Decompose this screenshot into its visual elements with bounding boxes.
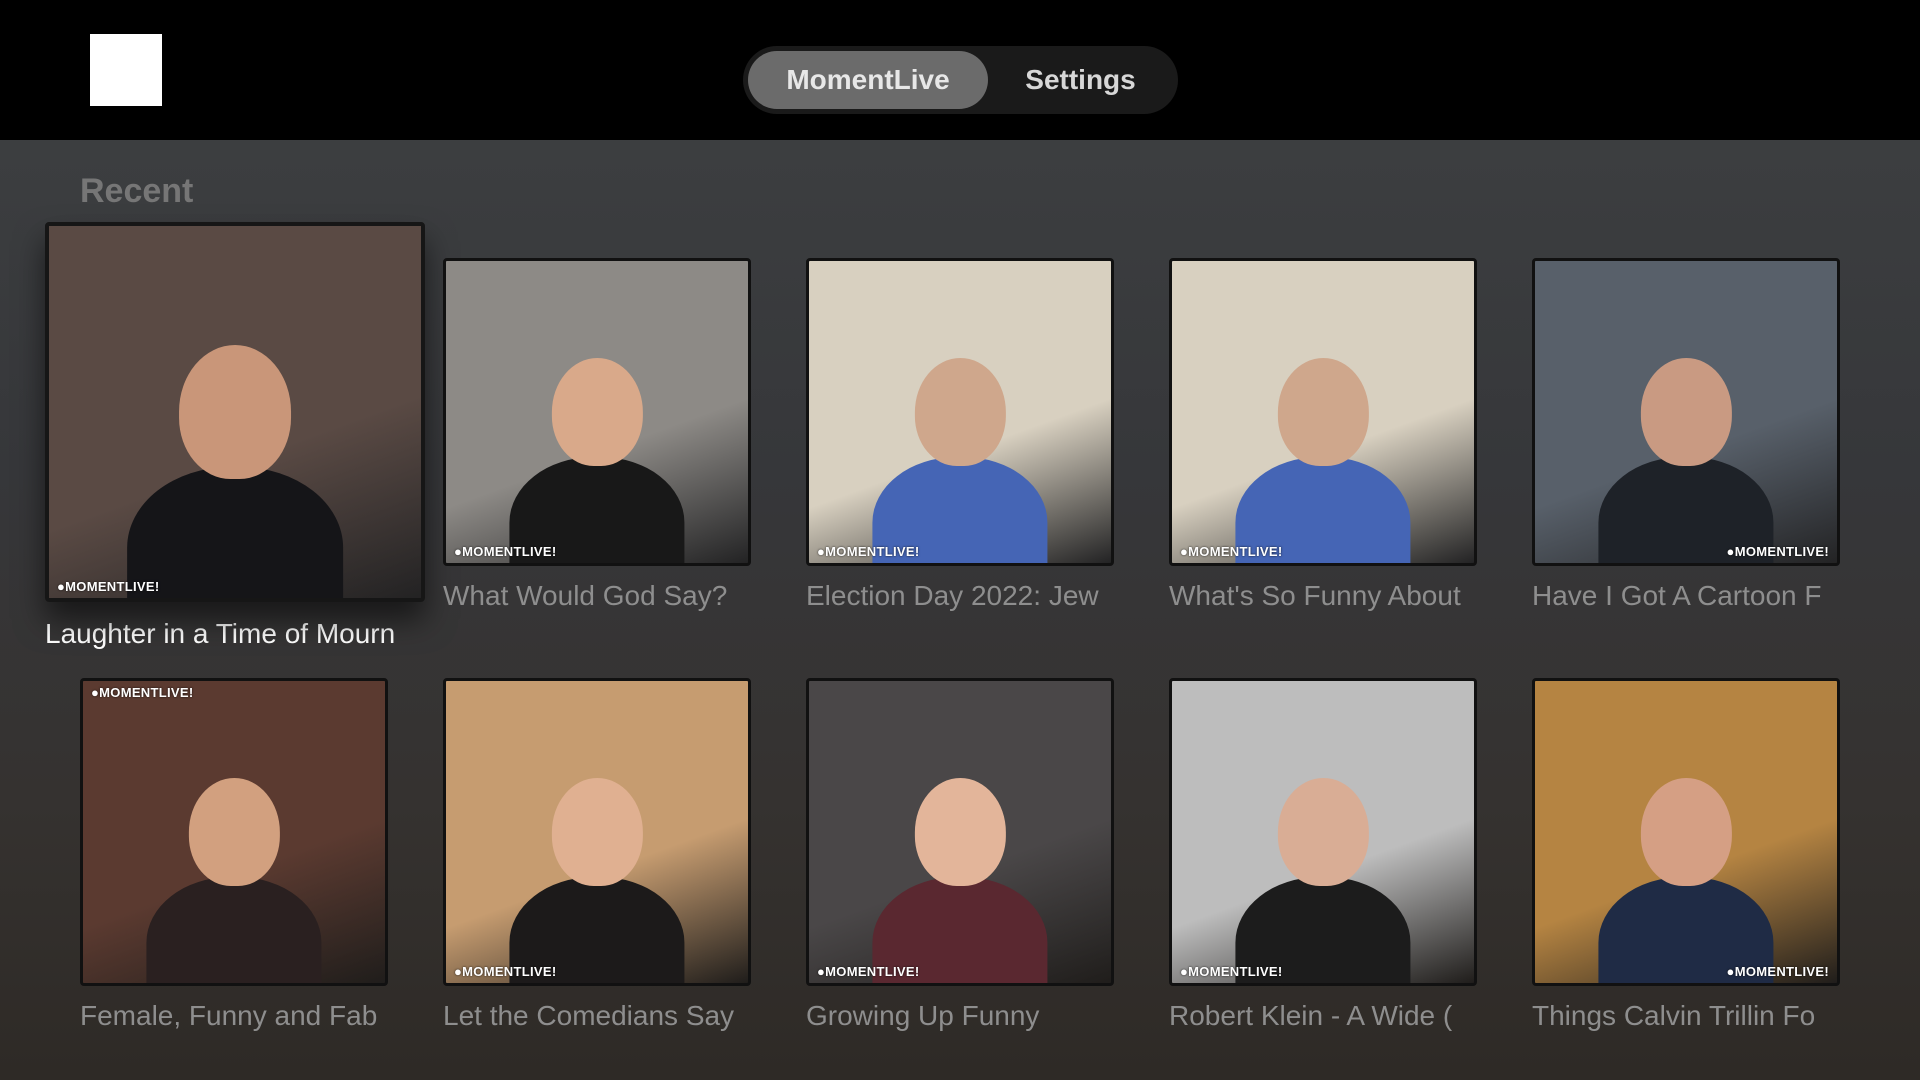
thumbnail-photo [1535, 261, 1837, 563]
video-tile[interactable]: ●MOMENTLIVE! Election Day 2022: Jew [806, 258, 1114, 612]
video-title: Things Calvin Trillin Fo [1532, 1000, 1816, 1031]
video-title: Let the Comedians Say [443, 1000, 735, 1031]
video-title: Growing Up Funny [806, 1000, 1040, 1031]
video-tile[interactable]: ●MOMENTLIVE! Laughter in a Time of Mourn [45, 222, 425, 650]
person-body [127, 466, 343, 598]
video-title: What's So Funny About [1169, 580, 1461, 611]
watermark-logo: ●MOMENTLIVE! [454, 544, 557, 559]
video-thumbnail: ●MOMENTLIVE! [1169, 258, 1477, 566]
video-tile[interactable]: ●MOMENTLIVE! Growing Up Funny [806, 678, 1114, 1032]
video-title: Laughter in a Time of Mourn [45, 618, 396, 649]
video-tile[interactable]: ●MOMENTLIVE! Let the Comedians Say [443, 678, 751, 1032]
person-head [914, 777, 1006, 886]
video-title: Election Day 2022: Jew [806, 580, 1099, 611]
main-content: Recent ●MOMENTLIVE! Laughter in a Time of… [0, 140, 1920, 1080]
app-logo [90, 34, 162, 106]
thumbnail-photo [1535, 681, 1837, 983]
person-silhouette [509, 777, 685, 983]
person-head [1277, 777, 1369, 886]
person-head [1277, 357, 1369, 466]
person-silhouette [872, 357, 1048, 563]
thumbnail-photo [1172, 261, 1474, 563]
video-tile[interactable]: ●MOMENTLIVE! What Would God Say? [443, 258, 751, 612]
watermark-logo: ●MOMENTLIVE! [817, 964, 920, 979]
video-thumbnail: ●MOMENTLIVE! [1532, 678, 1840, 986]
watermark-logo: ●MOMENTLIVE! [91, 685, 194, 700]
person-silhouette [1598, 777, 1774, 983]
person-head [914, 357, 1006, 466]
video-title: Robert Klein - A Wide ( [1169, 1000, 1453, 1031]
person-head [178, 345, 292, 479]
video-title: Have I Got A Cartoon F [1532, 580, 1822, 611]
video-tile[interactable]: ●MOMENTLIVE! Have I Got A Cartoon F [1532, 258, 1840, 612]
person-silhouette [127, 345, 343, 598]
tab-momentlive[interactable]: MomentLive [748, 51, 988, 109]
person-head [551, 357, 643, 466]
top-bar: MomentLive Settings [0, 0, 1920, 140]
watermark-logo: ●MOMENTLIVE! [1726, 964, 1829, 979]
thumbnail-photo [83, 681, 385, 983]
person-silhouette [872, 777, 1048, 983]
video-title: What Would God Say? [443, 580, 728, 611]
watermark-logo: ●MOMENTLIVE! [1726, 544, 1829, 559]
video-title: Female, Funny and Fab [80, 1000, 378, 1031]
watermark-logo: ●MOMENTLIVE! [1180, 964, 1283, 979]
watermark-logo: ●MOMENTLIVE! [1180, 544, 1283, 559]
video-thumbnail: ●MOMENTLIVE! [1169, 678, 1477, 986]
person-body [146, 876, 322, 983]
video-tile[interactable]: ●MOMENTLIVE! Things Calvin Trillin Fo [1532, 678, 1840, 1032]
person-silhouette [1235, 357, 1411, 563]
video-thumbnail: ●MOMENTLIVE! [443, 258, 751, 566]
thumbnail-photo [809, 681, 1111, 983]
video-tile[interactable]: ●MOMENTLIVE! What's So Funny About [1169, 258, 1477, 612]
thumbnail-photo [49, 226, 421, 598]
person-head [1640, 357, 1732, 466]
tab-bar: MomentLive Settings [743, 46, 1178, 114]
video-thumbnail: ●MOMENTLIVE! [443, 678, 751, 986]
person-head [1640, 777, 1732, 886]
video-thumbnail: ●MOMENTLIVE! [806, 678, 1114, 986]
watermark-logo: ●MOMENTLIVE! [817, 544, 920, 559]
video-tile[interactable]: ●MOMENTLIVE! Robert Klein - A Wide ( [1169, 678, 1477, 1032]
person-silhouette [509, 357, 685, 563]
thumbnail-photo [1172, 681, 1474, 983]
person-head [188, 777, 280, 886]
video-thumbnail: ●MOMENTLIVE! [806, 258, 1114, 566]
thumbnail-photo [446, 261, 748, 563]
video-grid: ●MOMENTLIVE! Laughter in a Time of Mourn ●… [0, 140, 1920, 1080]
video-thumbnail: ●MOMENTLIVE! [45, 222, 425, 602]
thumbnail-photo [809, 261, 1111, 563]
person-silhouette [146, 777, 322, 983]
person-silhouette [1235, 777, 1411, 983]
person-silhouette [1598, 357, 1774, 563]
video-thumbnail: ●MOMENTLIVE! [1532, 258, 1840, 566]
person-head [551, 777, 643, 886]
thumbnail-photo [446, 681, 748, 983]
video-tile[interactable]: ●MOMENTLIVE! Female, Funny and Fab [80, 678, 388, 1032]
tab-settings[interactable]: Settings [988, 51, 1173, 109]
watermark-logo: ●MOMENTLIVE! [454, 964, 557, 979]
video-thumbnail: ●MOMENTLIVE! [80, 678, 388, 986]
watermark-logo: ●MOMENTLIVE! [57, 579, 160, 594]
